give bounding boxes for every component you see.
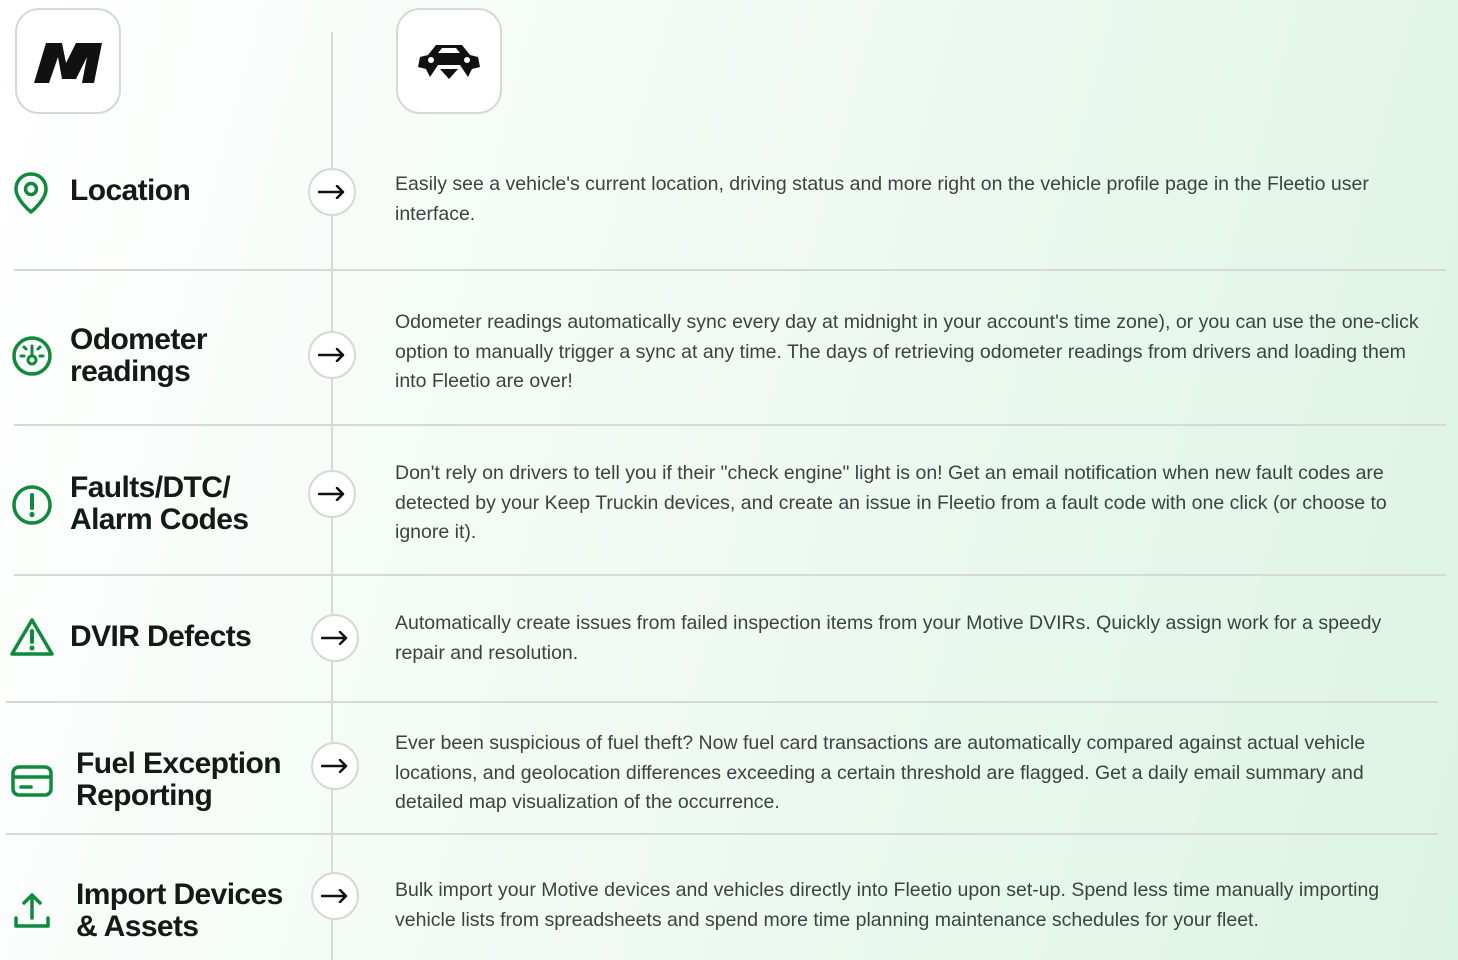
dvir-arrow-button[interactable] <box>311 614 359 662</box>
import-arrow-button[interactable] <box>311 872 359 920</box>
feature-title-dvir: DVIR Defects <box>70 620 252 653</box>
divider <box>6 701 1438 703</box>
feature-title-odometer: Odometer readings <box>70 323 208 388</box>
divider <box>14 574 1446 576</box>
warning-triangle-icon <box>8 614 56 660</box>
feature-description-import: Bulk import your Motive devices and vehi… <box>395 879 1380 931</box>
feature-description-odometer: Odometer readings automatically sync eve… <box>395 311 1419 392</box>
car-icon <box>418 45 480 79</box>
upload-icon <box>10 888 54 934</box>
divider <box>6 833 1438 835</box>
divider <box>14 424 1446 426</box>
fleetio-logo <box>396 8 502 114</box>
arrow-right-icon <box>318 487 345 501</box>
feature-title-faults: Faults/DTC/ Alarm Codes <box>70 471 249 536</box>
location-arrow-button[interactable] <box>308 168 356 216</box>
location-pin-icon <box>12 170 50 216</box>
motive-logo <box>15 8 121 114</box>
feature-title-import: Import Devices & Assets <box>76 878 283 943</box>
feature-description-dvir: Automatically create issues from failed … <box>395 612 1382 664</box>
feature-description-faults: Don't rely on drivers to tell you if the… <box>395 462 1387 543</box>
arrow-right-icon <box>318 185 345 199</box>
motive-logo-mark <box>34 43 102 83</box>
feature-description-fuel: Ever been suspicious of fuel theft? Now … <box>395 732 1366 813</box>
arrow-right-icon <box>318 348 345 362</box>
arrow-right-icon <box>321 889 348 903</box>
odometer-arrow-button[interactable] <box>308 331 356 379</box>
fuel-arrow-button[interactable] <box>311 742 359 790</box>
feature-title-location: Location <box>70 174 191 207</box>
divider <box>14 269 1446 271</box>
arrow-right-icon <box>321 759 348 773</box>
arrow-right-icon <box>321 631 348 645</box>
faults-arrow-button[interactable] <box>308 470 356 518</box>
credit-card-icon <box>9 760 55 802</box>
odometer-icon <box>9 333 55 379</box>
feature-description-location: Easily see a vehicle's current location,… <box>395 173 1369 225</box>
feature-title-fuel: Fuel Exception Reporting <box>76 747 282 812</box>
alert-circle-icon <box>9 482 55 528</box>
